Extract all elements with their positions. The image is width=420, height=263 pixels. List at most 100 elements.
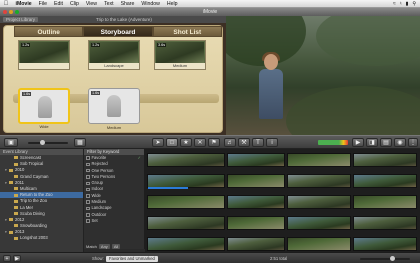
placeholder-slot[interactable]: 1.6s Medium	[88, 88, 140, 130]
menu-text[interactable]: Text	[101, 1, 118, 7]
tab-storyboard[interactable]: Storyboard	[83, 26, 153, 37]
clip-thumbnail[interactable]	[287, 195, 351, 209]
event-label: 2012	[15, 216, 25, 222]
clip-thumbnail[interactable]	[287, 237, 351, 251]
clip-filmstrip[interactable]	[145, 216, 420, 230]
keyword-list: Favorite ✓ Rejected One Person Two Persons Gr…	[84, 155, 144, 224]
keyword-checkbox[interactable]	[86, 206, 90, 211]
keyword-checkbox[interactable]	[86, 219, 90, 223]
info-icon[interactable]: i	[266, 138, 278, 147]
menu-edit[interactable]: Edit	[51, 1, 67, 7]
clip-thumbnail[interactable]	[147, 174, 225, 189]
clip-filmstrip[interactable]	[145, 153, 420, 167]
keyword-checkbox[interactable]	[86, 194, 90, 198]
keyword-item[interactable]: Set	[84, 218, 144, 224]
keyword-checkbox[interactable]	[86, 213, 90, 217]
keyword-checkbox[interactable]	[86, 181, 90, 186]
clip-thumbnail[interactable]	[287, 216, 351, 230]
text-icon[interactable]: T	[252, 138, 264, 147]
keyword-checkbox[interactable]	[86, 156, 90, 160]
clip-thumbnail[interactable]	[147, 195, 225, 209]
match-any-button[interactable]: Any	[98, 243, 110, 249]
clip-thumbnail[interactable]	[147, 153, 225, 167]
clip-thumbnail[interactable]	[227, 195, 285, 209]
clip-duration: 3.6s	[157, 43, 167, 47]
event-icon	[14, 199, 18, 203]
search-icon[interactable]: ⚲	[412, 1, 416, 7]
battery-icon[interactable]: ▮	[406, 1, 409, 7]
bottom-bar: + ▶ Show: Favorites and Unmarked 2:51 to…	[0, 252, 420, 263]
event-browser[interactable]	[145, 149, 420, 252]
keyword-checkbox[interactable]	[86, 187, 90, 192]
show-filter-select[interactable]: Favorites and Unmarked	[106, 255, 158, 262]
clip-thumbnail[interactable]	[353, 174, 417, 188]
keyword-icon[interactable]: ⚑	[208, 138, 220, 147]
view-toggle-button[interactable]: ▦	[74, 138, 86, 147]
menu-help[interactable]: Help	[163, 1, 181, 7]
slider-knob[interactable]	[390, 256, 395, 261]
play-event-button[interactable]: ▶	[13, 254, 21, 262]
tab-outline[interactable]: Outline	[14, 26, 84, 37]
placeholder-slot-selected[interactable]: 1.6s Wide	[18, 88, 70, 129]
play-fullscreen-button[interactable]: ▶	[352, 138, 364, 147]
clip-thumbnail[interactable]	[353, 237, 417, 251]
storyboard-clip[interactable]: 1.2s	[18, 40, 70, 70]
clip-filmstrip[interactable]	[145, 237, 420, 251]
event-label: Snowboarding	[20, 223, 47, 229]
menu-window[interactable]: Window	[138, 1, 163, 7]
clip-size-slider[interactable]	[28, 140, 68, 145]
event-label: La Mer	[20, 204, 34, 210]
keyword-checkbox[interactable]	[86, 162, 90, 167]
clip-duration: 1.2s	[21, 43, 31, 47]
clip-thumbnail[interactable]	[287, 153, 351, 167]
wifi-icon[interactable]: ≈	[393, 1, 396, 7]
menu-file[interactable]: File	[35, 1, 50, 7]
menu-imovie[interactable]: iMovie	[12, 1, 35, 7]
add-event-button[interactable]: +	[3, 254, 11, 262]
tab-shot-list[interactable]: Shot List	[152, 26, 222, 37]
camera-import-button[interactable]: ▣	[4, 138, 18, 147]
viewer-subject	[258, 52, 284, 124]
storyboard-clip[interactable]: 1.2s Landscape	[88, 40, 140, 70]
apple-menu-icon[interactable]: 	[0, 1, 12, 7]
clip-thumbnail[interactable]	[353, 195, 417, 209]
event-list-item[interactable]: Longshot 2003	[0, 235, 83, 241]
storyboard-tabs: Outline Storyboard Shot List	[14, 26, 222, 37]
arrow-icon[interactable]: ➤	[152, 138, 164, 147]
wrench-icon[interactable]: ⚒	[238, 138, 250, 147]
show-label: Show:	[92, 256, 104, 261]
storyboard-clip[interactable]: 3.6s Medium	[154, 40, 206, 70]
star-icon[interactable]: ★	[180, 138, 192, 147]
clip-thumbnail[interactable]	[227, 237, 285, 251]
more-button[interactable]: ⋮	[408, 138, 418, 147]
transitions-button[interactable]: ◨	[366, 138, 378, 147]
keyword-checkbox[interactable]	[86, 175, 90, 179]
clip-thumbnail[interactable]	[227, 216, 285, 230]
maps-button[interactable]: ◉	[394, 138, 406, 147]
clip-thumbnail[interactable]	[353, 216, 417, 230]
keyword-checkbox[interactable]	[86, 200, 90, 204]
menu-share[interactable]: Share	[117, 1, 138, 7]
project-library-button[interactable]: Project Library	[3, 17, 39, 22]
slider-knob[interactable]	[40, 140, 45, 145]
preview-viewer[interactable]	[226, 16, 420, 135]
clip-thumbnail[interactable]	[147, 216, 225, 230]
clip-thumbnail[interactable]	[227, 174, 285, 188]
titles-button[interactable]: ▤	[380, 138, 392, 147]
keyword-checkbox[interactable]	[86, 168, 90, 173]
menu-clip[interactable]: Clip	[66, 1, 82, 7]
zoom-slider[interactable]	[360, 256, 410, 261]
clip-thumbnail[interactable]	[147, 237, 225, 251]
crop-icon[interactable]: □	[166, 138, 178, 147]
match-label: Match	[86, 243, 97, 249]
clip-thumbnail[interactable]	[287, 174, 351, 188]
audio-icon[interactable]: ♬	[224, 138, 236, 147]
menu-view[interactable]: View	[82, 1, 100, 7]
clip-thumbnail[interactable]	[227, 153, 285, 167]
clip-filmstrip[interactable]	[145, 174, 420, 189]
clip-filmstrip[interactable]	[145, 195, 420, 209]
volume-icon[interactable]: ♮	[400, 1, 402, 7]
reject-icon[interactable]: ✕	[194, 138, 206, 147]
match-all-button[interactable]: All	[111, 243, 121, 249]
clip-thumbnail[interactable]	[353, 153, 417, 167]
